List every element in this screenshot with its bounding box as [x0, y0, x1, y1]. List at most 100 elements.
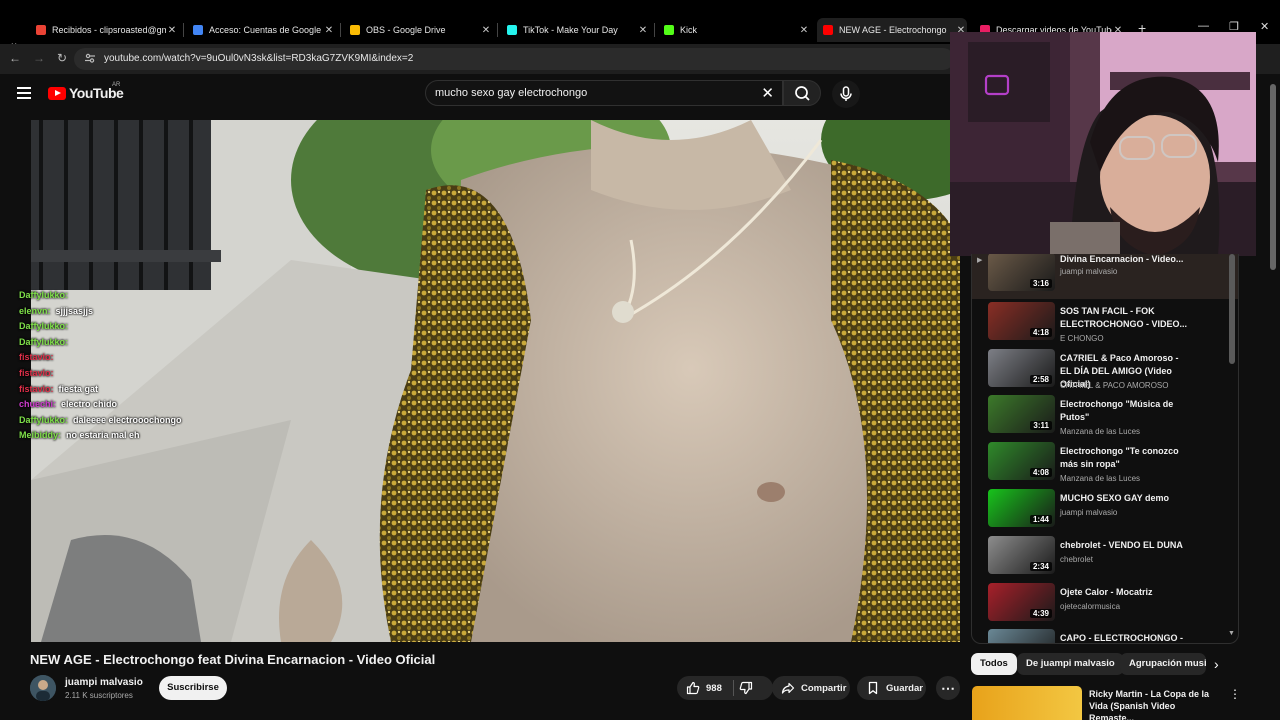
tab-kick[interactable]: Kick ✕ [658, 18, 810, 42]
video-title: NEW AGE - Electrochongo feat Divina Enca… [30, 652, 436, 667]
playlist-item-title[interactable]: Ojete Calor - Mocatriz [1060, 586, 1192, 599]
playlist-thumbnail[interactable]: 4:18 [988, 301, 1055, 340]
filter-chip[interactable]: Todos [971, 653, 1017, 675]
playlist-item[interactable]: 3:22 CAPO - ELECTROCHONGO - VIDEOCLIP OFI… [972, 629, 1238, 643]
chat-username: chuechi: [19, 399, 57, 410]
tab-youtube[interactable]: NEW AGE - Electrochongo ✕ [817, 18, 967, 42]
duration-badge: 2:34 [1029, 561, 1052, 571]
more-actions-button[interactable]: ⋯ [936, 676, 960, 700]
tab-gmail[interactable]: Recibidos - clipsroasted@gma ✕ [30, 18, 178, 42]
more-horizontal-icon: ⋯ [941, 679, 955, 696]
close-tab-icon[interactable]: ✕ [480, 25, 492, 36]
chat-message: Daffylukko: [19, 319, 239, 335]
chat-username: Daffylukko: [19, 414, 69, 425]
like-count[interactable]: 988 [706, 683, 722, 694]
playlist-item-title[interactable]: MUCHO SEXO GAY demo [1060, 492, 1192, 505]
tab-google[interactable]: Acceso: Cuentas de Google ✕ [187, 18, 335, 42]
chat-text: fiesta gat [58, 383, 99, 394]
playlist-item-channel: CA7RIEL & PACO AMOROSO [1060, 380, 1169, 390]
forward-icon[interactable]: → [33, 51, 45, 65]
playlist-item-channel: E CHONGO [1060, 333, 1104, 343]
playlist-thumbnail[interactable]: 4:39 [988, 582, 1055, 621]
playlist-scrollbar[interactable] [1229, 254, 1235, 364]
filter-chip[interactable]: De juampi malvasio [1017, 653, 1124, 675]
playlist-item[interactable]: 4:39 Ojete Calor - Mocatriz ojetecalormusi… [972, 582, 1238, 629]
playlist-thumbnail[interactable]: 1:44 [988, 489, 1055, 527]
playlist-item[interactable]: 4:18 SOS TAN FACIL - FOK ELECTROCHONGO - … [972, 301, 1238, 348]
filter-chip[interactable]: Agrupación musi [1120, 653, 1206, 675]
playlist-item[interactable]: 2:34 chebrolet - VENDO EL DUNA chebrolet [972, 535, 1238, 582]
playlist-item-title[interactable]: Electrochongo "Te conozco más sin ropa" [1060, 445, 1192, 471]
site-info-icon[interactable] [84, 52, 96, 64]
close-tab-icon[interactable]: ✕ [166, 25, 178, 36]
menu-icon[interactable] [17, 87, 31, 99]
playlist-item[interactable]: ▶ 3:16 Divina Encarnacion - Video... juampi… [972, 254, 1238, 299]
back-icon[interactable]: ← [9, 51, 21, 65]
chat-message: fistavio: [19, 350, 239, 366]
clear-search-icon[interactable]: ✕ [761, 84, 774, 102]
playlist-thumbnail[interactable]: 3:16 [988, 254, 1055, 291]
tab-separator [497, 23, 498, 37]
voice-search-button[interactable] [832, 80, 860, 108]
playlist-item-title[interactable]: SOS TAN FACIL - FOK ELECTROCHONGO - VIDE… [1060, 305, 1192, 331]
tab-tiktok[interactable]: TikTok - Make Your Day ✕ [501, 18, 649, 42]
chat-username: fistavio: [19, 383, 54, 394]
playlist-thumbnail[interactable]: 4:08 [988, 442, 1055, 481]
chat-message: Daffylukko: [19, 335, 239, 351]
chat-text: daleeee electrooochongo [73, 414, 182, 425]
google-icon [193, 25, 203, 35]
playlist-item[interactable]: 1:44 MUCHO SEXO GAY demo juampi malvasio [972, 489, 1238, 535]
search-input[interactable]: mucho sexo gay electrochongo ✕ [425, 80, 783, 106]
gmail-icon [36, 25, 46, 35]
avatar[interactable] [30, 675, 56, 701]
playlist-item-title[interactable]: Divina Encarnacion - Video... [1060, 254, 1192, 266]
tab-drive[interactable]: OBS - Google Drive ✕ [344, 18, 492, 42]
minimize-icon[interactable]: — [1198, 20, 1209, 32]
close-tab-icon[interactable]: ✕ [323, 25, 335, 36]
playlist-item-channel: ojetecalormusica [1060, 601, 1121, 611]
chevron-right-icon[interactable]: › [1214, 656, 1219, 672]
playlist-item-channel: juampi malvasio [1060, 508, 1118, 517]
playlist-item-title[interactable]: Electrochongo "Música de Putos" [1060, 398, 1192, 424]
playlist-item-title[interactable]: chebrolet - VENDO EL DUNA [1060, 539, 1192, 552]
duration-badge: 4:39 [1029, 608, 1052, 618]
like-icon[interactable] [686, 681, 700, 695]
search-query-text: mucho sexo gay electrochongo [435, 87, 588, 99]
chat-text: sjjjsasjjs [55, 305, 94, 316]
close-tab-icon[interactable]: ✕ [637, 25, 649, 36]
duration-badge: 4:08 [1029, 468, 1052, 478]
playlist-item-channel: Manzana de las Luces [1060, 427, 1141, 437]
playlist-thumbnail[interactable]: 3:22 [988, 629, 1055, 643]
channel-name[interactable]: juampi malvasio [65, 677, 143, 688]
playlist-item-channel: Manzana de las Luces [1060, 474, 1141, 484]
subscribe-button[interactable]: Suscribirse [159, 676, 227, 700]
more-vertical-icon[interactable]: ⋮ [1229, 687, 1241, 701]
close-window-icon[interactable]: ✕ [1260, 20, 1269, 33]
playlist-thumbnail[interactable]: 2:34 [988, 535, 1055, 574]
save-button[interactable]: Guardar [857, 676, 926, 700]
next-video-thumbnail[interactable] [972, 686, 1082, 720]
search-button[interactable] [783, 80, 821, 106]
share-button[interactable]: Compartir [772, 676, 850, 700]
playlist-thumbnail[interactable]: 3:11 [988, 395, 1055, 434]
drive-icon [350, 25, 360, 35]
dislike-icon[interactable] [739, 681, 753, 698]
scroll-down-arrow-icon[interactable]: ▼ [1228, 630, 1235, 637]
playlist-thumbnail[interactable]: 2:58 [988, 348, 1055, 387]
url-field[interactable]: youtube.com/watch?v=9uOul0vN3sk&list=RD3… [74, 48, 954, 70]
chat-message: chuechi: electro chido [19, 397, 239, 413]
chat-text: electro chido [61, 399, 118, 410]
playlist-item[interactable]: 2:58 CA7RIEL & Paco Amoroso - EL DÍA DEL … [972, 348, 1238, 395]
next-video-title[interactable]: Ricky Martin - La Copa de la Vida (Spani… [1089, 688, 1214, 720]
playlist-item[interactable]: 4:08 Electrochongo "Te conozco más sin ro… [972, 442, 1238, 488]
chat-message: elenvn: sjjjsasjjs [19, 304, 239, 320]
reload-icon[interactable]: ↻ [57, 51, 67, 65]
tab-title: Acceso: Cuentas de Google [209, 25, 322, 35]
share-icon [781, 681, 795, 695]
playlist-item-title[interactable]: CAPO - ELECTROCHONGO - VIDEOCLIP OFICIAL [1060, 632, 1192, 643]
tab-separator [340, 23, 341, 37]
page-scrollbar[interactable] [1270, 84, 1276, 270]
close-tab-icon[interactable]: ✕ [798, 25, 810, 36]
playlist-item[interactable]: 3:11 Electrochongo "Música de Putos" Manza… [972, 395, 1238, 441]
duration-badge: 3:16 [1029, 279, 1052, 288]
